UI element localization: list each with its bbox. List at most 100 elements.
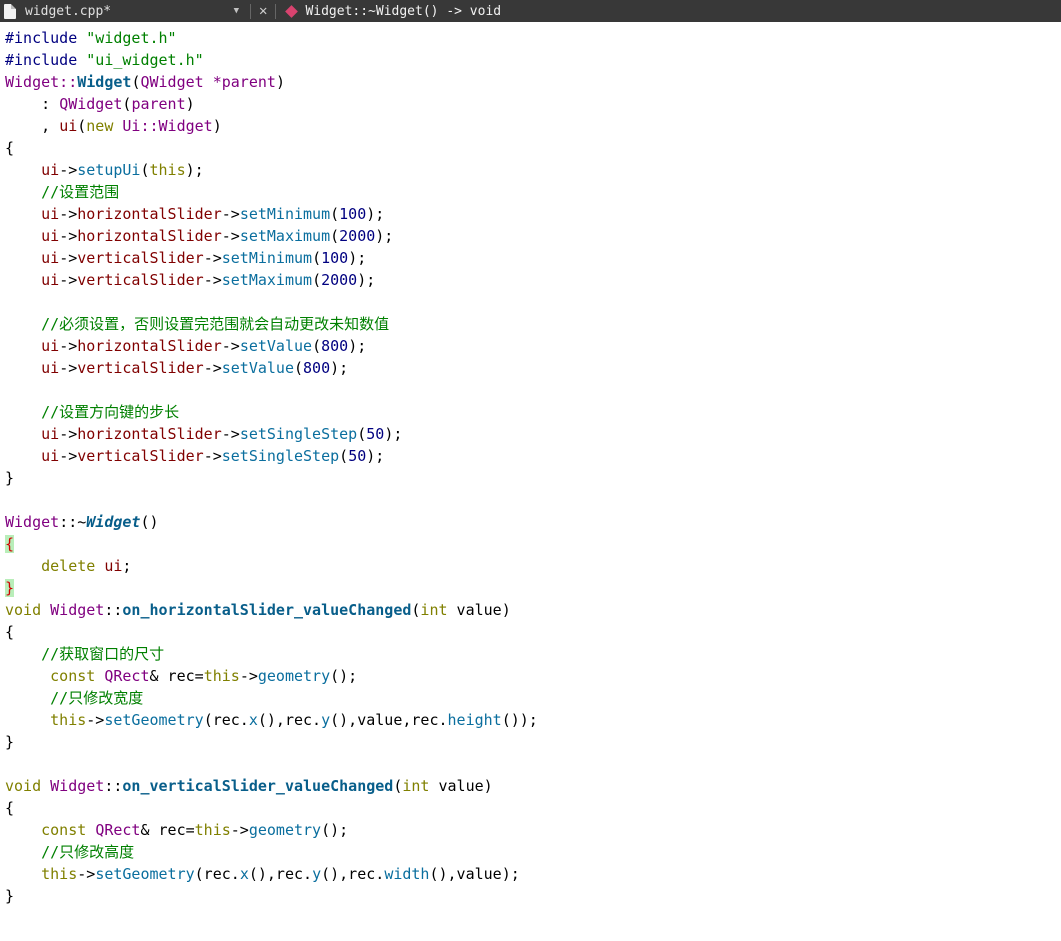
code-line[interactable] (5, 489, 1061, 511)
code-token-cmt: //必须设置，否则设置完范围就会自动更改未知数值 (5, 315, 390, 333)
code-token-type: QWidget *parent (140, 73, 276, 91)
code-token-virt: Widget (86, 513, 141, 531)
code-token-fn: width (384, 865, 430, 883)
code-token-kw: const (41, 821, 87, 839)
code-line[interactable] (5, 291, 1061, 313)
code-token-pl: ( (339, 447, 349, 465)
code-line[interactable] (5, 379, 1061, 401)
code-token-pl: ) (185, 95, 195, 113)
code-token-pl: ( (330, 227, 340, 245)
code-token-pl: -> (221, 425, 240, 443)
code-line[interactable]: : QWidget(parent) (5, 93, 1061, 115)
code-line[interactable]: this->setGeometry(rec.x(),rec.y(),value,… (5, 709, 1061, 731)
code-token-num: 800 (321, 337, 349, 355)
code-token-pl: -> (239, 667, 258, 685)
code-token-pl: , (5, 117, 60, 135)
code-line[interactable]: ui->horizontalSlider->setMaximum(2000); (5, 225, 1061, 247)
code-line[interactable] (5, 753, 1061, 775)
code-line[interactable]: { (5, 621, 1061, 643)
code-token-fn: y (321, 711, 331, 729)
code-editor[interactable]: #include "widget.h" #include "ui_widget.h… (0, 22, 1061, 907)
code-token-type: Widget (50, 777, 105, 795)
code-token-num: 800 (303, 359, 331, 377)
document-tab[interactable]: widget.cpp* ▼ (0, 0, 245, 22)
code-line[interactable]: ui->verticalSlider->setMaximum(2000); (5, 269, 1061, 291)
code-token-field: ui (41, 447, 60, 465)
open-file-name[interactable]: widget.cpp* (25, 4, 232, 19)
code-line[interactable]: //必须设置，否则设置完范围就会自动更改未知数值 (5, 313, 1061, 335)
code-line[interactable]: { (5, 533, 1061, 555)
code-token-fn: setValue (221, 359, 294, 377)
code-token-pl: :: (104, 601, 123, 619)
code-token-field: horizontalSlider (77, 425, 222, 443)
code-token-pl: ); (185, 161, 204, 179)
code-line[interactable]: void Widget::on_horizontalSlider_valueCh… (5, 599, 1061, 621)
code-line[interactable]: Widget::~Widget() (5, 511, 1061, 533)
code-token-fn: y (312, 865, 322, 883)
code-token-pl: -> (77, 865, 96, 883)
code-line[interactable]: ui->verticalSlider->setMinimum(100); (5, 247, 1061, 269)
code-line[interactable]: } (5, 577, 1061, 599)
code-line[interactable]: #include "widget.h" (5, 27, 1061, 49)
code-token-pl: (),rec. (321, 865, 385, 883)
code-line[interactable]: #include "ui_widget.h" (5, 49, 1061, 71)
code-line[interactable]: { (5, 137, 1061, 159)
current-symbol-label[interactable]: Widget::~Widget() -> void (305, 4, 501, 19)
code-token-hl: { (5, 535, 15, 553)
code-token-pl: -> (203, 447, 222, 465)
code-line[interactable]: , ui(new Ui::Widget) (5, 115, 1061, 137)
code-line[interactable]: //设置方向键的步长 (5, 401, 1061, 423)
close-icon[interactable]: ✕ (256, 0, 270, 22)
code-token-hl: } (5, 579, 15, 597)
code-line[interactable]: ui->horizontalSlider->setMinimum(100); (5, 203, 1061, 225)
code-line[interactable]: ui->verticalSlider->setValue(800); (5, 357, 1061, 379)
code-token-pl: -> (221, 337, 240, 355)
code-token-pl: { (5, 799, 15, 817)
code-line[interactable]: void Widget::on_verticalSlider_valueChan… (5, 775, 1061, 797)
code-line[interactable]: const QRect& rec=this->geometry(); (5, 665, 1061, 687)
code-token-field: verticalSlider (77, 249, 204, 267)
code-token-pl: -> (221, 205, 240, 223)
code-line[interactable]: //只修改宽度 (5, 687, 1061, 709)
code-token-pl: ); (366, 205, 385, 223)
code-token-pl: -> (59, 161, 78, 179)
code-token-fn: setGeometry (95, 865, 195, 883)
code-line[interactable]: Widget::Widget(QWidget *parent) (5, 71, 1061, 93)
code-token-kw: void (5, 777, 42, 795)
code-token-num: 2000 (339, 227, 376, 245)
code-token-fndecl: on_verticalSlider_valueChanged (122, 777, 394, 795)
code-line[interactable]: { (5, 797, 1061, 819)
code-token-kw: int (420, 601, 448, 619)
code-line[interactable]: ui->horizontalSlider->setSingleStep(50); (5, 423, 1061, 445)
code-token-kw: this (50, 711, 87, 729)
function-symbol-icon (285, 4, 299, 18)
code-line[interactable]: ui->setupUi(this); (5, 159, 1061, 181)
code-token-field: ui (41, 161, 60, 179)
code-token-pl: } (5, 887, 15, 905)
file-icon (4, 3, 16, 19)
code-line[interactable]: this->setGeometry(rec.x(),rec.y(),rec.wi… (5, 863, 1061, 885)
code-token-kw: int (402, 777, 430, 795)
code-line[interactable]: } (5, 885, 1061, 907)
code-line[interactable]: //获取窗口的尺寸 (5, 643, 1061, 665)
code-line[interactable]: //设置范围 (5, 181, 1061, 203)
code-line[interactable]: delete ui; (5, 555, 1061, 577)
code-line[interactable]: } (5, 467, 1061, 489)
code-token-field: verticalSlider (77, 271, 204, 289)
code-line[interactable]: //只修改高度 (5, 841, 1061, 863)
code-line[interactable]: const QRect& rec=this->geometry(); (5, 819, 1061, 841)
code-token-fn: setValue (239, 337, 313, 355)
chevron-down-icon[interactable]: ▼ (234, 6, 239, 16)
code-line[interactable]: } (5, 731, 1061, 753)
code-token-type: Widget (5, 513, 60, 531)
code-line[interactable]: ui->horizontalSlider->setValue(800); (5, 335, 1061, 357)
code-token-pl: -> (203, 249, 222, 267)
code-line[interactable]: ui->verticalSlider->setSingleStep(50); (5, 445, 1061, 467)
code-token-pl: } (5, 733, 15, 751)
